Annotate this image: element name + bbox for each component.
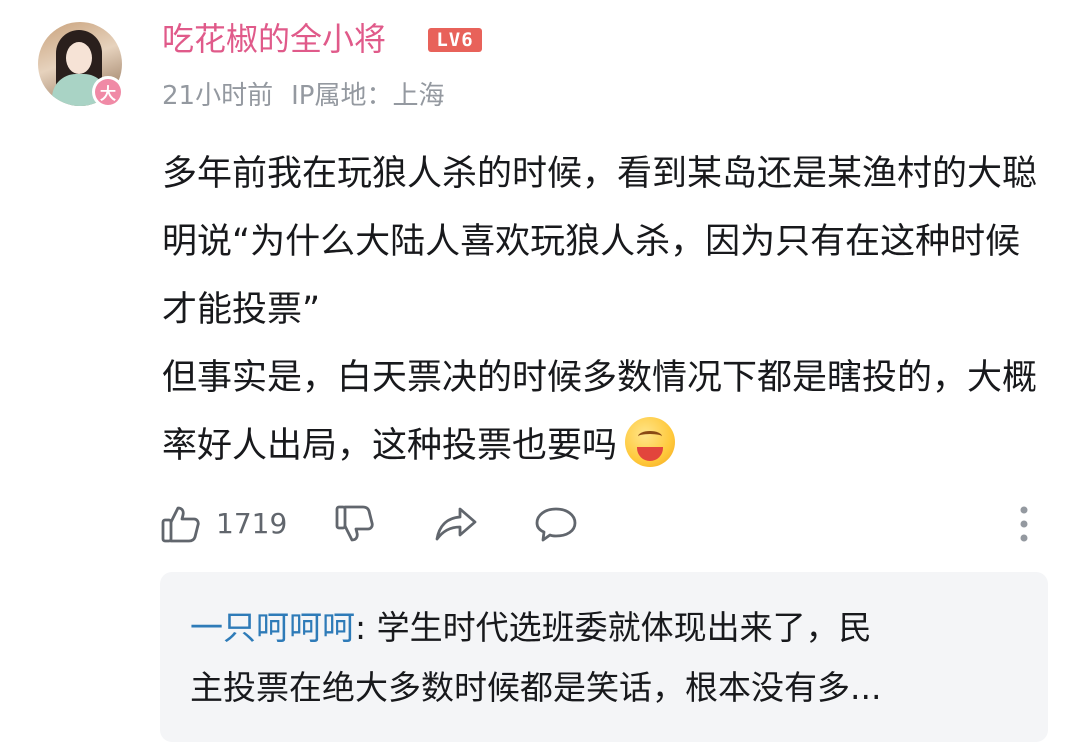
comment-content: 多年前我在玩狼人杀的时候，看到某岛还是某渔村的大聪明说“为什么大陆人喜欢玩狼人杀… [162, 140, 1042, 480]
comment-time: 21小时前 [162, 81, 274, 111]
comment-action-bar: 1719 [0, 502, 1080, 546]
eating-watermelon-emoji-icon [625, 417, 676, 467]
like-count: 1719 [216, 507, 288, 540]
reply-line: 一只呵呵呵: 学生时代选班委就体现出来了，民 [190, 602, 1030, 654]
reply-text: 主投票在绝大多数时候都是笑话，根本没有多... [190, 668, 882, 707]
level-badge: LV6 [428, 28, 482, 52]
more-vertical-icon [1020, 506, 1028, 542]
thumbs-down-icon [335, 505, 374, 542]
comment-bubble-icon [535, 507, 577, 542]
reply-separator: : [355, 608, 377, 647]
comment-meta: 21小时前 IP属地：上海 [162, 76, 444, 116]
reply-text: 学生时代选班委就体现出来了，民 [376, 608, 872, 647]
share-icon [435, 507, 477, 541]
thumbs-up-icon [161, 506, 200, 543]
more-button[interactable] [1014, 502, 1034, 546]
comment-paragraph: 但事实是，白天票决的时候多数情况下都是瞎投的，大概率好人出局，这种投票也要吗 [162, 358, 1038, 467]
reply-author[interactable]: 一只呵呵呵 [190, 608, 355, 647]
comment-paragraph: 多年前我在玩狼人杀的时候，看到某岛还是某渔村的大聪明说“为什么大陆人喜欢玩狼人杀… [162, 154, 1038, 330]
reply-preview[interactable]: 一只呵呵呵: 学生时代选班委就体现出来了，民 主投票在绝大多数时候都是笑话，根本… [160, 572, 1048, 742]
like-button[interactable]: 1719 [160, 502, 287, 546]
ip-location: IP属地：上海 [291, 81, 445, 111]
avatar-badge-label: 大 [95, 79, 121, 105]
dislike-button[interactable] [334, 502, 376, 546]
avatar-face [66, 42, 92, 74]
username[interactable]: 吃花椒的全小将 [162, 16, 386, 62]
reply-button[interactable] [534, 502, 578, 546]
avatar-badge: 大 [92, 76, 124, 108]
reply-line: 主投票在绝大多数时候都是笑话，根本没有多... [190, 662, 1030, 714]
share-button[interactable] [434, 502, 478, 546]
